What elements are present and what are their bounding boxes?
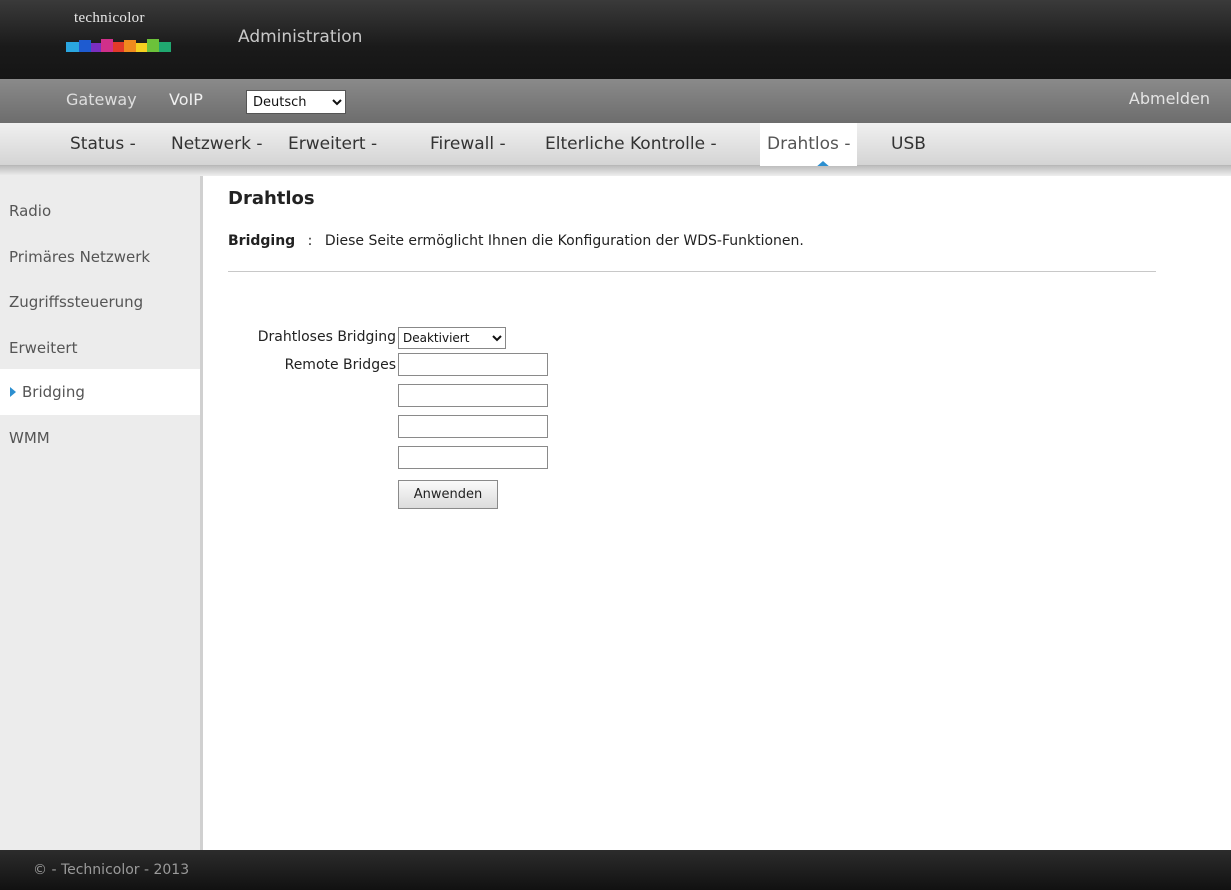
tab-usb[interactable]: USB — [891, 123, 926, 166]
tab-erweitert[interactable]: Erweitert - — [288, 123, 377, 166]
content-divider — [228, 271, 1156, 272]
tab-status[interactable]: Status - — [70, 123, 136, 166]
wireless-bridging-label: Drahtloses Bridging — [257, 329, 396, 345]
tab-netzwerk[interactable]: Netzwerk - — [171, 123, 263, 166]
copyright-text: © - Technicolor - 2013 — [33, 862, 190, 878]
sidebar: Radio Primäres Netzwerk Zugriffssteuerun… — [0, 176, 203, 850]
tab-drahtlos[interactable]: Drahtlos - — [760, 123, 858, 166]
footer: © - Technicolor - 2013 — [0, 850, 1231, 890]
technicolor-logo[interactable]: technicolor — [66, 6, 172, 66]
description-text: Diese Seite ermöglicht Ihnen die Konfigu… — [324, 233, 804, 249]
sidebar-item-label: Zugriffssteuerung — [9, 293, 144, 311]
remote-bridges-label: Remote Bridges — [284, 357, 396, 373]
logo-text: technicolor — [74, 10, 145, 26]
page-description: Bridging : Diese Seite ermöglicht Ihnen … — [228, 233, 804, 249]
remote-bridge-input-1[interactable] — [398, 353, 548, 376]
sidebar-item-label: Radio — [9, 202, 52, 220]
remote-bridge-input-4[interactable] — [398, 446, 548, 469]
sidebar-item-erweitert[interactable]: Erweitert — [0, 325, 200, 371]
sidebar-item-label: Erweitert — [9, 339, 78, 357]
nav-gateway-link[interactable]: Gateway — [66, 90, 137, 109]
main-tab-navigation: Status - Netzwerk - Erweitert - Firewall… — [0, 123, 1231, 166]
sidebar-item-zugriffssteuerung[interactable]: Zugriffssteuerung — [0, 279, 200, 325]
sidebar-item-wmm[interactable]: WMM — [0, 415, 200, 461]
logo-color-bar-icon — [66, 39, 171, 52]
nav-shadow-divider — [0, 166, 1231, 176]
page-title: Drahtlos — [228, 188, 315, 209]
sidebar-item-radio[interactable]: Radio — [0, 188, 200, 234]
language-select[interactable]: Deutsch — [246, 90, 346, 114]
remote-bridge-input-2[interactable] — [398, 384, 548, 407]
description-label: Bridging — [228, 233, 296, 249]
nav-voip-link[interactable]: VoIP — [169, 90, 203, 109]
sidebar-item-label: Primäres Netzwerk — [9, 248, 151, 266]
sidebar-item-bridging[interactable]: Bridging — [0, 369, 200, 415]
sidebar-item-label: Bridging — [22, 383, 85, 401]
tab-elterliche-kontrolle[interactable]: Elterliche Kontrolle - — [545, 123, 717, 166]
sidebar-item-primaeres-netzwerk[interactable]: Primäres Netzwerk — [0, 234, 200, 280]
remote-bridge-input-3[interactable] — [398, 415, 548, 438]
top-navigation: Gateway VoIP Abmelden — [0, 79, 1231, 123]
wireless-bridging-select[interactable]: Deaktiviert — [398, 327, 506, 349]
app-title: Administration — [238, 27, 363, 47]
apply-button[interactable]: Anwenden — [398, 480, 498, 509]
description-separator: : — [307, 233, 313, 249]
logout-link[interactable]: Abmelden — [1129, 89, 1210, 108]
tab-firewall[interactable]: Firewall - — [430, 123, 506, 166]
sidebar-item-label: WMM — [9, 429, 50, 447]
active-item-arrow-icon — [10, 387, 16, 397]
header-bar: technicolor Administration — [0, 0, 1231, 79]
